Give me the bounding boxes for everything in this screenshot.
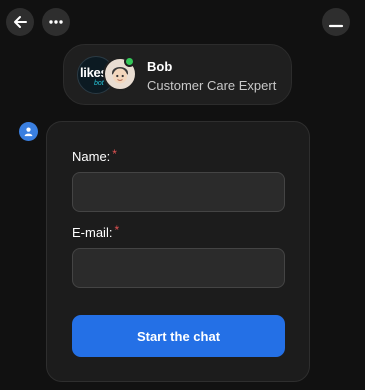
back-button[interactable]: [6, 8, 34, 36]
required-marker: *: [114, 223, 120, 237]
name-label: Name: *: [72, 147, 117, 164]
name-input[interactable]: [72, 172, 285, 212]
logo-subtext: bot: [94, 80, 104, 87]
name-label-text: Name:: [72, 149, 111, 164]
start-chat-button[interactable]: Start the chat: [72, 315, 285, 357]
user-icon: [24, 127, 33, 137]
required-marker: *: [112, 147, 117, 161]
agent-card: likes bot Bob Customer Care Expert: [63, 44, 292, 105]
email-label: E-mail: *: [72, 223, 120, 240]
minimize-button[interactable]: [322, 8, 350, 36]
arrow-left-icon: [14, 16, 27, 28]
user-avatar: [19, 122, 38, 141]
pre-chat-form: Name: * E-mail: * Start the chat: [46, 121, 310, 382]
agent-name: Bob: [147, 59, 173, 74]
more-horizontal-icon: [49, 20, 63, 24]
agent-role: Customer Care Expert: [147, 78, 277, 93]
online-status-dot: [124, 56, 135, 67]
minimize-icon: [328, 24, 344, 28]
email-label-text: E-mail:: [72, 225, 113, 240]
more-options-button[interactable]: [42, 8, 70, 36]
email-input[interactable]: [72, 248, 285, 288]
